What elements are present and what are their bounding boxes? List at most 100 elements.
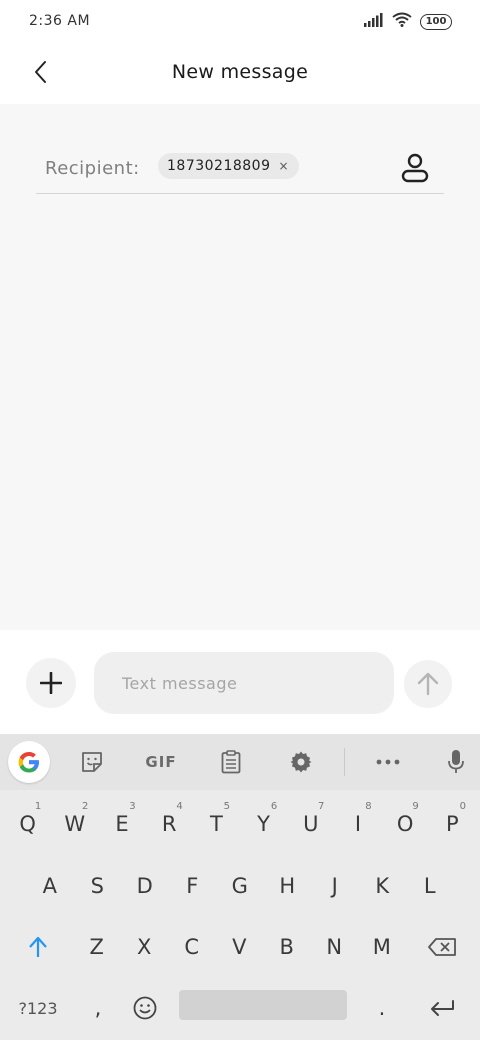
voice-input-button[interactable] — [434, 742, 478, 782]
recipient-row: Recipient: 18730218809 × — [36, 146, 444, 194]
period-key[interactable]: . — [360, 980, 404, 1036]
key-number-hint: 9 — [412, 801, 419, 812]
status-icons: 100 — [364, 12, 452, 31]
key-m[interactable]: M — [358, 919, 406, 975]
enter-key[interactable] — [416, 980, 468, 1036]
key-label: T — [209, 812, 223, 836]
gif-button[interactable]: GIF — [138, 742, 184, 782]
status-bar: 2:36 AM 100 — [0, 0, 480, 44]
key-r[interactable]: R4 — [146, 796, 193, 852]
key-number-hint: 3 — [129, 801, 136, 812]
app-header: New message — [0, 44, 480, 104]
enter-icon — [431, 1000, 454, 1016]
key-s[interactable]: S — [74, 858, 122, 914]
key-p[interactable]: P0 — [429, 796, 476, 852]
sticker-button[interactable] — [70, 742, 114, 782]
symbols-key[interactable]: ?123 — [12, 980, 64, 1036]
key-g[interactable]: G — [216, 858, 264, 914]
key-y[interactable]: Y6 — [240, 796, 287, 852]
space-key[interactable] — [179, 990, 347, 1020]
key-row-2: A S DFG H J KL — [0, 858, 480, 914]
send-button[interactable] — [404, 660, 452, 708]
more-button[interactable] — [366, 742, 410, 782]
key-label: V — [232, 935, 247, 959]
key-row-4: ?123 , . — [0, 980, 480, 1036]
key-d[interactable]: D — [121, 858, 169, 914]
key-c[interactable]: C — [168, 919, 216, 975]
key-label: E — [115, 812, 129, 836]
key-a[interactable]: A — [26, 858, 74, 914]
google-search-button[interactable] — [8, 741, 50, 783]
key-number-hint: 0 — [459, 801, 466, 812]
person-icon — [401, 153, 429, 183]
key-v[interactable]: V — [216, 919, 264, 975]
key-l[interactable]: L — [406, 858, 454, 914]
gif-label: GIF — [145, 753, 177, 771]
emoji-smile-icon — [133, 996, 157, 1020]
gear-icon — [290, 751, 312, 773]
key-label: W — [64, 812, 86, 836]
key-x[interactable]: X — [121, 919, 169, 975]
compose-bar — [0, 630, 480, 734]
contacts-button[interactable] — [400, 151, 430, 185]
sticker-icon — [82, 752, 102, 772]
plus-icon — [40, 672, 62, 694]
chip-remove-icon[interactable]: × — [278, 160, 288, 172]
more-dots-icon — [376, 759, 400, 765]
key-h[interactable]: H — [264, 858, 312, 914]
key-label: Q — [19, 812, 36, 836]
key-n[interactable]: N — [311, 919, 359, 975]
key-label: X — [137, 935, 152, 959]
key-label: R — [161, 812, 177, 836]
key-e[interactable]: E3 — [98, 796, 145, 852]
shift-arrow-icon — [29, 936, 47, 957]
key-label: P — [446, 812, 459, 836]
key-row-1: Q1W2E3R4T5Y6U7I8O9P0 — [0, 796, 480, 852]
key-label: Z — [89, 935, 104, 959]
key-b[interactable]: B — [263, 919, 311, 975]
status-time: 2:36 AM — [29, 13, 91, 29]
key-j[interactable]: J — [311, 858, 359, 914]
key-label: O — [396, 812, 414, 836]
clipboard-icon — [221, 750, 241, 774]
emoji-key[interactable] — [124, 980, 166, 1036]
key-row-3: Z XCV BNM — [0, 919, 480, 975]
toolbar-divider — [344, 748, 345, 776]
key-label: J — [331, 874, 338, 898]
comma-key[interactable]: , — [76, 980, 120, 1036]
recipient-chip[interactable]: 18730218809 × — [158, 153, 299, 179]
key-label: K — [375, 874, 390, 898]
key-o[interactable]: O9 — [382, 796, 429, 852]
key-k[interactable]: K — [359, 858, 407, 914]
key-w[interactable]: W2 — [51, 796, 98, 852]
key-number-hint: 7 — [318, 801, 325, 812]
backspace-key[interactable] — [416, 919, 468, 975]
key-u[interactable]: U7 — [287, 796, 334, 852]
recipient-chip-number: 18730218809 — [167, 158, 271, 174]
key-q[interactable]: Q1 — [4, 796, 51, 852]
add-attachment-button[interactable] — [26, 658, 76, 708]
key-label: H — [279, 874, 296, 898]
key-number-hint: 1 — [34, 801, 42, 812]
key-i[interactable]: I8 — [334, 796, 381, 852]
page-title: New message — [171, 61, 309, 83]
key-label: A — [42, 874, 57, 898]
shift-key[interactable] — [14, 919, 62, 975]
message-input[interactable] — [94, 652, 394, 714]
key-f[interactable]: F — [169, 858, 217, 914]
key-label: B — [279, 935, 294, 959]
key-z[interactable]: Z — [73, 919, 121, 975]
key-number-hint: 6 — [270, 801, 278, 812]
key-label: S — [90, 874, 104, 898]
settings-button[interactable] — [279, 742, 323, 782]
key-label: Y — [257, 812, 270, 836]
key-number-hint: 4 — [176, 801, 183, 812]
keyboard-toolbar: GIF — [0, 734, 480, 790]
google-g-icon — [18, 752, 39, 773]
key-label: U — [303, 812, 319, 836]
key-label: D — [136, 874, 153, 898]
key-t[interactable]: T5 — [193, 796, 240, 852]
key-label: G — [231, 874, 248, 898]
clipboard-button[interactable] — [209, 742, 253, 782]
key-number-hint: 8 — [365, 801, 372, 812]
